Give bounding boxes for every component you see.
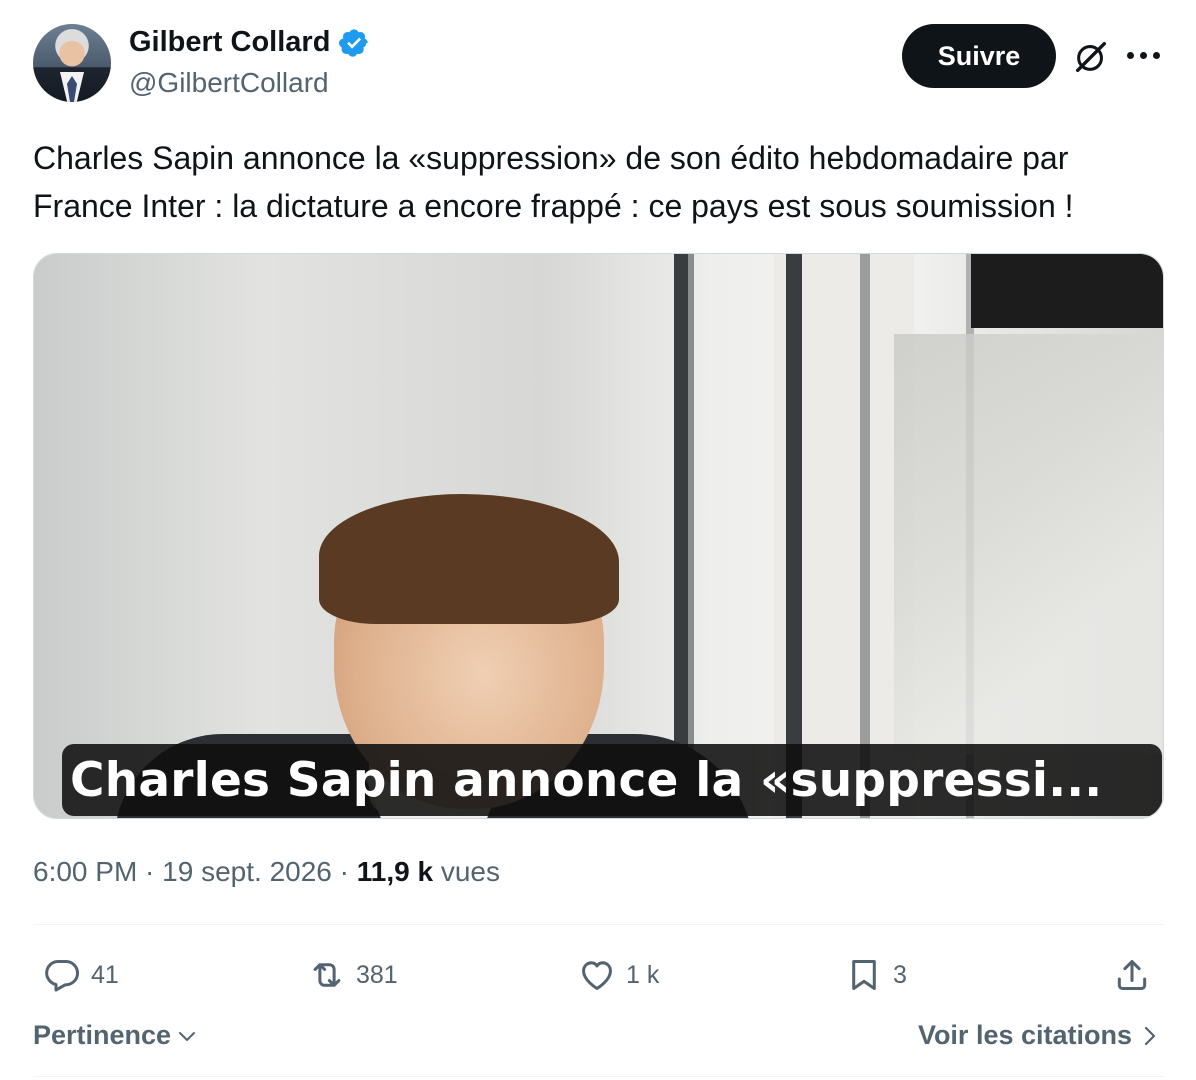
views-count: 11,9 k: [356, 856, 434, 887]
views-label: vues: [433, 856, 501, 887]
repost-button[interactable]: 381: [308, 945, 398, 1005]
tweet-meta: 6:00 PM · 19 sept. 2026 · 11,9 k vues: [33, 856, 500, 888]
author-name-row[interactable]: Gilbert Collard: [129, 26, 370, 59]
quotes-label: Voir les citations: [917, 1020, 1132, 1050]
sort-dropdown[interactable]: Pertinence: [33, 1020, 199, 1051]
verified-badge-icon: [339, 28, 369, 57]
reply-count: 41: [91, 960, 119, 989]
reply-icon: [45, 960, 80, 992]
repost-count: 381: [356, 960, 398, 989]
follow-button[interactable]: Suivre: [902, 24, 1056, 88]
person-hair: [319, 494, 619, 624]
author-name[interactable]: Gilbert Collard: [129, 26, 330, 59]
meta-separator: ·: [331, 856, 357, 887]
like-button[interactable]: 1 k: [578, 945, 659, 1005]
window-frame: [688, 254, 694, 818]
window-frame: [674, 254, 688, 818]
share-button[interactable]: [1113, 945, 1151, 1005]
action-bar: 41 381 1 k 3: [33, 945, 1164, 1005]
photo-dark-panel: [971, 254, 1163, 328]
grok-icon[interactable]: [1072, 38, 1110, 76]
view-quotes-link[interactable]: Voir les citations: [918, 1020, 1158, 1051]
like-count: 1 k: [626, 960, 660, 989]
tweet-date[interactable]: 19 sept. 2026: [162, 856, 332, 887]
media-caption-bar: Charles Sapin annonce la «suppressi...: [62, 744, 1162, 816]
repost-icon: [313, 963, 341, 987]
divider: [33, 924, 1164, 925]
author-avatar[interactable]: [33, 24, 111, 102]
bookmark-icon: [852, 960, 876, 990]
sort-label: Pertinence: [33, 1020, 172, 1050]
bookmark-count: 3: [893, 960, 907, 989]
tweet-text: Charles Sapin annonce la «suppression» d…: [33, 140, 1074, 224]
more-options-icon[interactable]: [1127, 40, 1163, 70]
media-card[interactable]: Charles Sapin annonce la «suppressi...: [33, 253, 1164, 819]
window-frame: [860, 254, 870, 818]
share-icon: [1117, 960, 1147, 990]
heart-icon: [582, 961, 612, 990]
tweet-time[interactable]: 6:00 PM: [33, 856, 137, 887]
media-caption: Charles Sapin annonce la «suppressi...: [70, 752, 1103, 808]
meta-separator: ·: [137, 856, 163, 887]
reply-button[interactable]: 41: [43, 945, 119, 1005]
divider: [33, 1076, 1164, 1077]
chevron-right-icon: [1144, 1026, 1156, 1045]
photo-shadow: [894, 334, 1163, 754]
window-frame: [786, 254, 802, 818]
author-handle[interactable]: @GilbertCollard: [129, 67, 329, 99]
chevron-down-icon: [179, 1031, 196, 1041]
bookmark-button[interactable]: 3: [845, 945, 907, 1005]
